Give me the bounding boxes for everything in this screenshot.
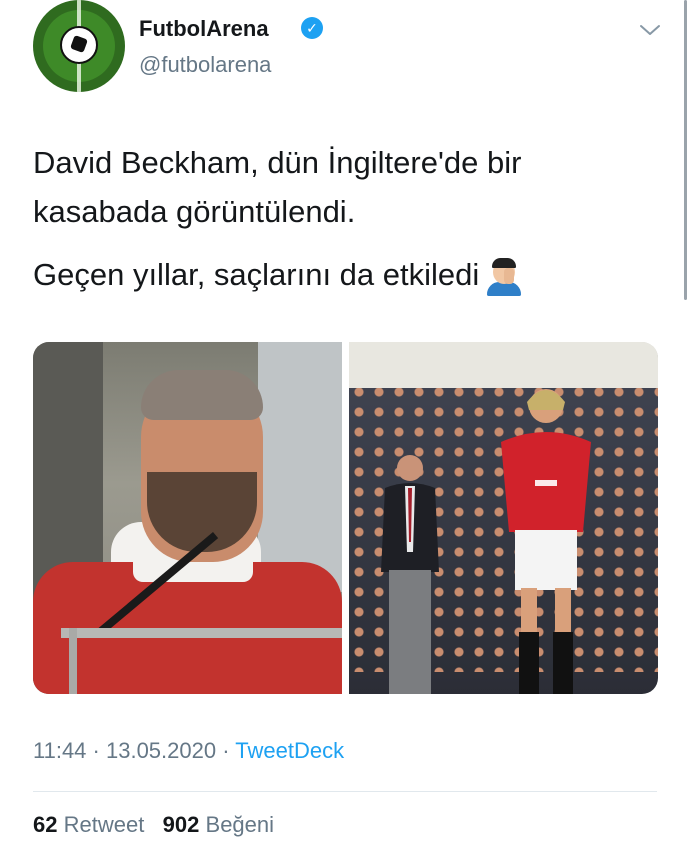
man-facepalming-emoji-icon bbox=[485, 257, 523, 296]
meta-separator: · bbox=[216, 738, 236, 763]
chevron-down-icon[interactable] bbox=[638, 18, 662, 42]
display-name[interactable]: FutbolArena bbox=[139, 16, 269, 42]
photo-of-football-player-on-pitch[interactable] bbox=[349, 342, 658, 694]
tweet-stats: 62 Retweet 902 Beğeni bbox=[33, 812, 274, 838]
retweets-stat[interactable]: 62 Retweet bbox=[33, 812, 144, 837]
retweets-count: 62 bbox=[33, 812, 58, 837]
retweets-label: Retweet bbox=[63, 812, 145, 837]
verified-badge-icon: ✓ bbox=[301, 17, 323, 39]
divider bbox=[33, 791, 657, 792]
soccer-ball-avatar-icon bbox=[60, 26, 98, 64]
tweet-date[interactable]: 13.05.2020 bbox=[106, 738, 216, 763]
tweet-source-link[interactable]: TweetDeck bbox=[235, 738, 344, 763]
tweet-time[interactable]: 11:44 bbox=[33, 738, 86, 763]
photo-of-man-with-beard[interactable] bbox=[33, 342, 342, 694]
tweet-line-2-text: Geçen yıllar, saçlarını da etkiledi bbox=[33, 257, 480, 292]
scrollbar[interactable] bbox=[684, 0, 687, 300]
likes-count: 902 bbox=[162, 812, 200, 837]
profile-avatar[interactable] bbox=[33, 0, 125, 92]
user-handle[interactable]: @futbolarena bbox=[139, 52, 271, 78]
tweet-body: David Beckham, dün İngiltere'de bir kasa… bbox=[33, 138, 643, 299]
tweet-line-2: Geçen yıllar, saçlarını da etkiledi bbox=[33, 250, 643, 299]
tweet-meta: 11:44 · 13.05.2020 · TweetDeck bbox=[33, 738, 344, 764]
likes-stat[interactable]: 902 Beğeni bbox=[163, 812, 274, 837]
meta-separator: · bbox=[86, 738, 106, 763]
tweet-line-1: David Beckham, dün İngiltere'de bir kasa… bbox=[33, 145, 522, 229]
tweet-media-grid bbox=[33, 342, 658, 694]
likes-label: Beğeni bbox=[205, 812, 275, 837]
